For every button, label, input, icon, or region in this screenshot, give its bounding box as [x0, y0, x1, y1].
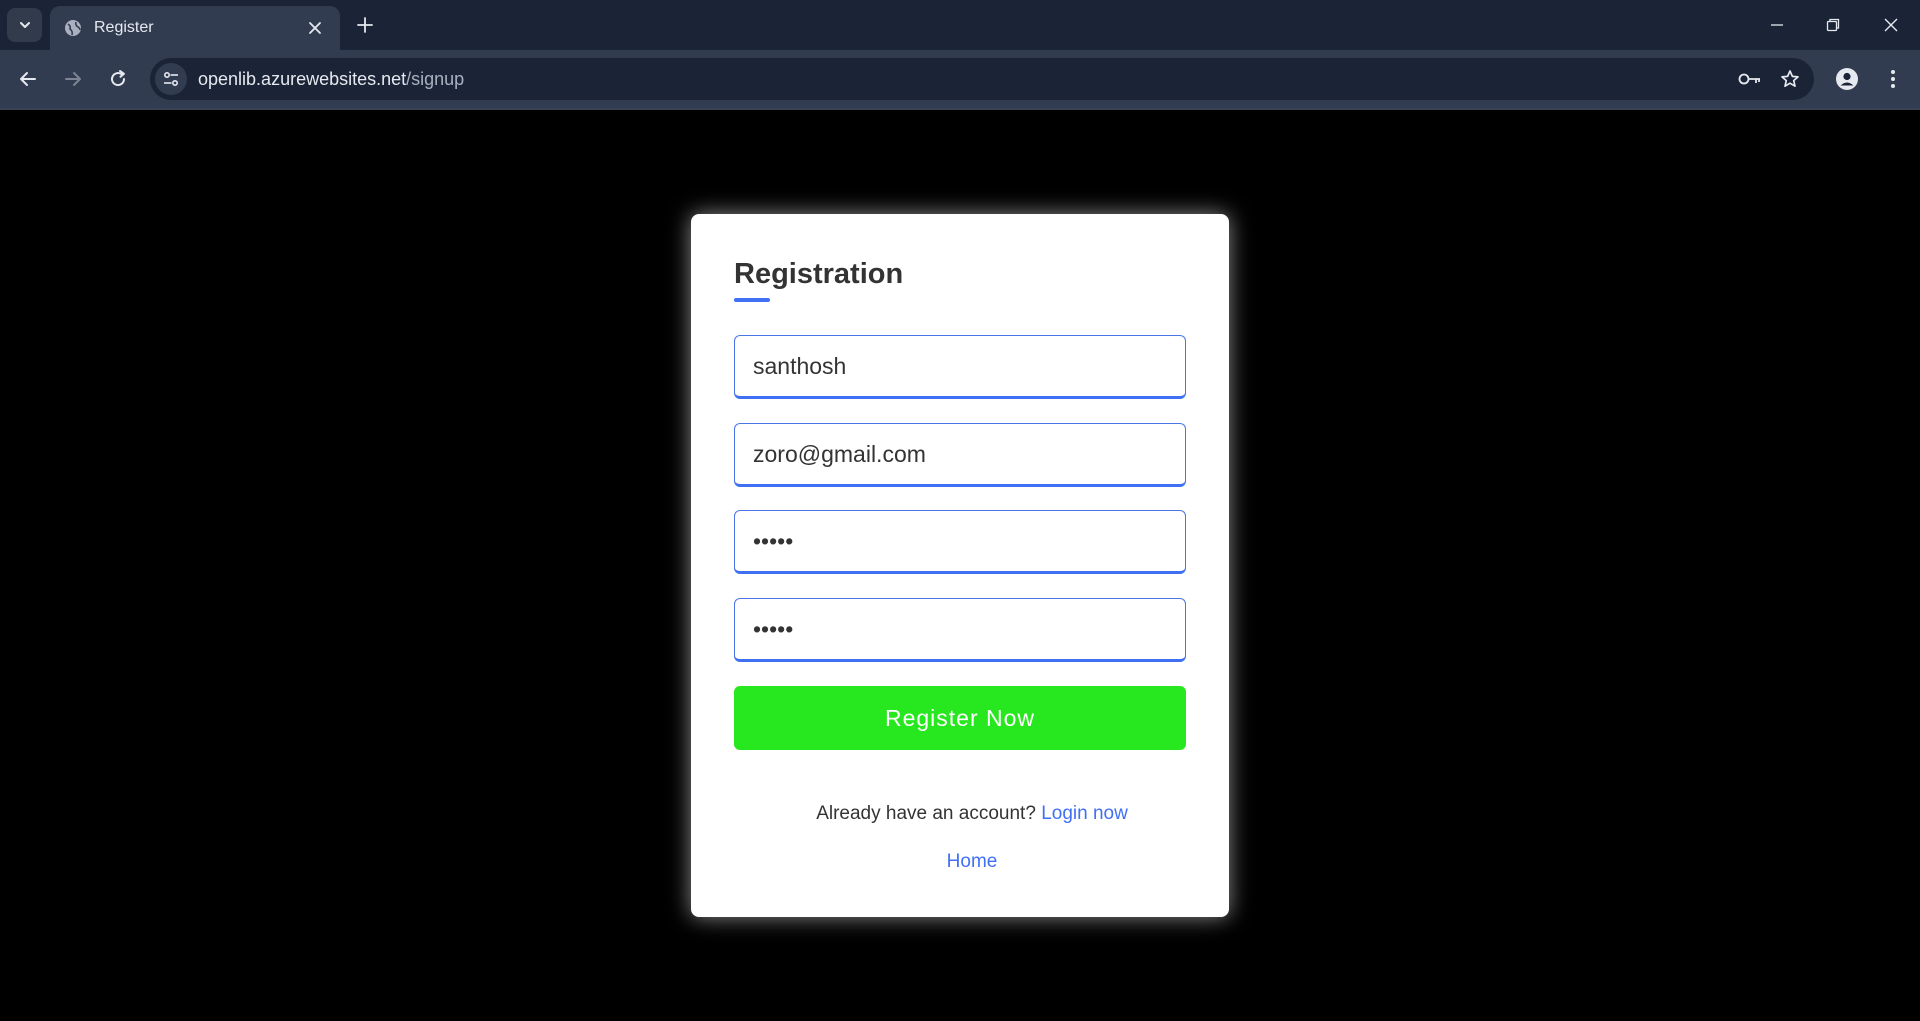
chevron-down-icon: [19, 22, 30, 28]
bookmark-button[interactable]: [1774, 63, 1806, 95]
profile-button[interactable]: [1832, 64, 1862, 94]
close-icon: [1884, 18, 1898, 32]
new-tab-button[interactable]: [352, 12, 378, 38]
restore-button[interactable]: [1818, 10, 1848, 40]
close-window-button[interactable]: [1876, 10, 1906, 40]
key-icon: [1738, 73, 1760, 85]
url-path: /signup: [406, 68, 465, 89]
back-button[interactable]: [13, 64, 43, 94]
arrow-right-icon: [65, 72, 81, 86]
person-icon: [1836, 68, 1858, 90]
login-prompt-text: Already have an account?: [816, 803, 1036, 824]
tab-search-button[interactable]: [7, 8, 42, 42]
password-field[interactable]: [734, 510, 1186, 574]
url-text[interactable]: openlib.azurewebsites.net/signup: [198, 69, 1734, 90]
confirm-password-field[interactable]: [734, 598, 1186, 662]
name-field[interactable]: [734, 335, 1186, 399]
browser-menu-button[interactable]: [1878, 64, 1908, 94]
email-field[interactable]: [734, 423, 1186, 487]
close-icon[interactable]: [304, 17, 326, 39]
globe-icon: [64, 19, 82, 37]
password-manager-button[interactable]: [1734, 63, 1766, 95]
url-host: openlib.azurewebsites.net: [198, 68, 407, 89]
arrow-left-icon: [20, 72, 36, 86]
plus-icon: [357, 17, 373, 33]
browser-toolbar: openlib.azurewebsites.net/signup: [0, 50, 1920, 108]
minimize-icon: [1771, 24, 1783, 26]
site-info-button[interactable]: [155, 63, 187, 95]
registration-card: Registration Register Now Already have a…: [691, 214, 1229, 917]
register-now-button[interactable]: Register Now: [734, 686, 1186, 750]
page-viewport: Registration Register Now Already have a…: [0, 110, 1920, 1021]
star-icon: [1781, 70, 1799, 88]
tab-title: Register: [94, 19, 154, 36]
page-title: Registration: [734, 258, 904, 290]
login-now-link[interactable]: Login now: [1041, 803, 1128, 824]
login-prompt: Already have an account? Login now: [691, 803, 1229, 825]
home-link-container: Home: [691, 851, 1229, 873]
home-link[interactable]: Home: [947, 851, 998, 872]
browser-tab-bar: Register: [0, 0, 1920, 50]
minimize-button[interactable]: [1762, 10, 1792, 40]
kebab-menu-icon: [1891, 70, 1895, 88]
reload-button[interactable]: [103, 64, 133, 94]
tune-icon: [163, 71, 179, 87]
active-tab[interactable]: Register: [50, 6, 340, 50]
forward-button[interactable]: [58, 64, 88, 94]
restore-icon: [1826, 18, 1840, 32]
reload-icon: [111, 70, 126, 87]
address-bar[interactable]: openlib.azurewebsites.net/signup: [150, 58, 1814, 100]
title-underline: [734, 298, 770, 302]
